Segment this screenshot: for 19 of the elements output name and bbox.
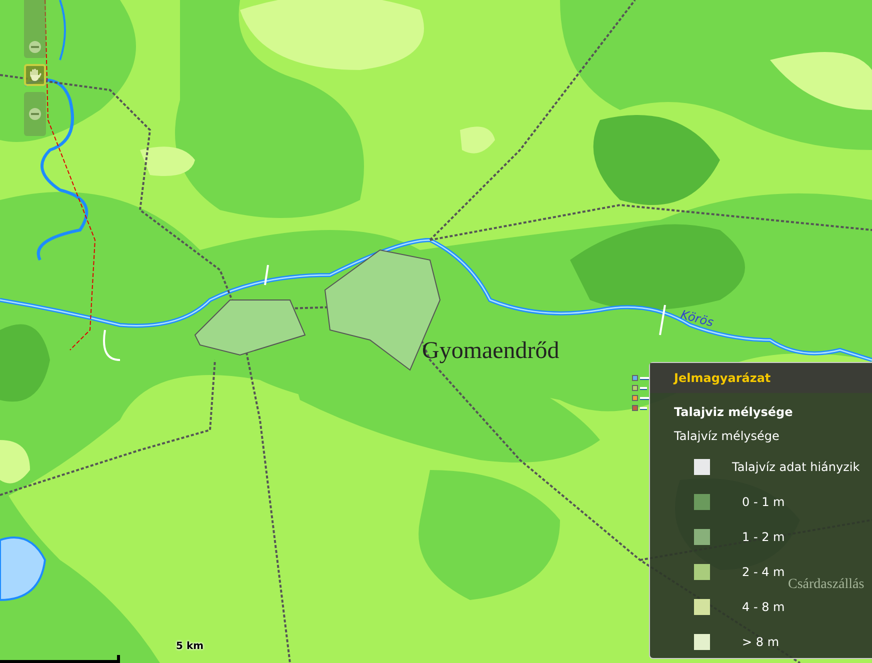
river-label: Körös	[679, 307, 716, 330]
layer-subtitle: Talajvíz mélysége	[674, 429, 780, 443]
minus-icon	[28, 40, 42, 54]
legend-label: 0 - 1 m	[742, 494, 785, 508]
town-label: Csárdaszállás	[788, 577, 864, 592]
legend-label: 4 - 8 m	[742, 600, 785, 614]
town-label: Gyomaendrőd	[422, 338, 560, 364]
minus-icon	[28, 107, 42, 121]
pan-button[interactable]	[24, 64, 46, 86]
layer-title: Talajviz mélysége	[674, 405, 794, 419]
legend-label: 2 - 4 m	[742, 564, 785, 578]
legend-label: Talajvíz adat hiányzik	[732, 460, 860, 474]
hand-icon	[28, 68, 42, 82]
legend-label: > 8 m	[742, 634, 780, 648]
legend-title: Jelmagyarázat	[674, 371, 771, 385]
legend-label: 1 - 2 m	[742, 530, 785, 544]
zoom-slider[interactable]	[24, 0, 46, 58]
zoom-out-button[interactable]	[24, 92, 46, 136]
scale-label: 5 km	[176, 641, 204, 652]
